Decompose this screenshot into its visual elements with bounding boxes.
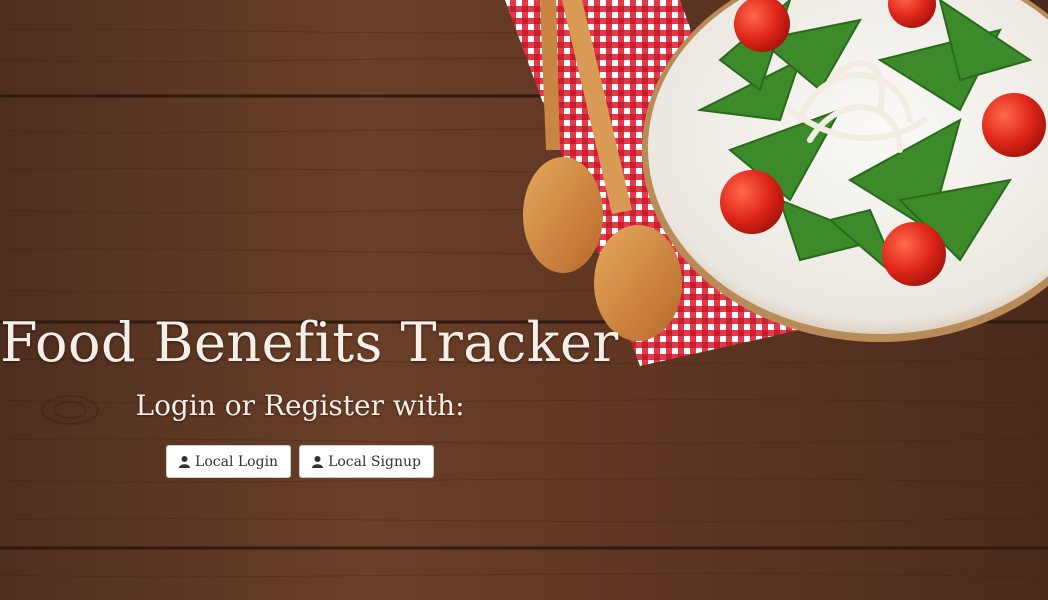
user-icon	[312, 455, 324, 468]
auth-buttons: Local Login Local Signup	[0, 445, 600, 478]
user-icon	[179, 455, 191, 468]
local-login-label: Local Login	[195, 453, 279, 470]
page-title: Food Benefits Tracker	[0, 311, 619, 374]
hero-section: Food Benefits Tracker Login or Register …	[0, 300, 619, 478]
local-signup-label: Local Signup	[328, 453, 421, 470]
login-prompt: Login or Register with:	[135, 389, 465, 422]
local-login-button[interactable]: Local Login	[166, 445, 292, 478]
local-signup-button[interactable]: Local Signup	[299, 445, 434, 478]
